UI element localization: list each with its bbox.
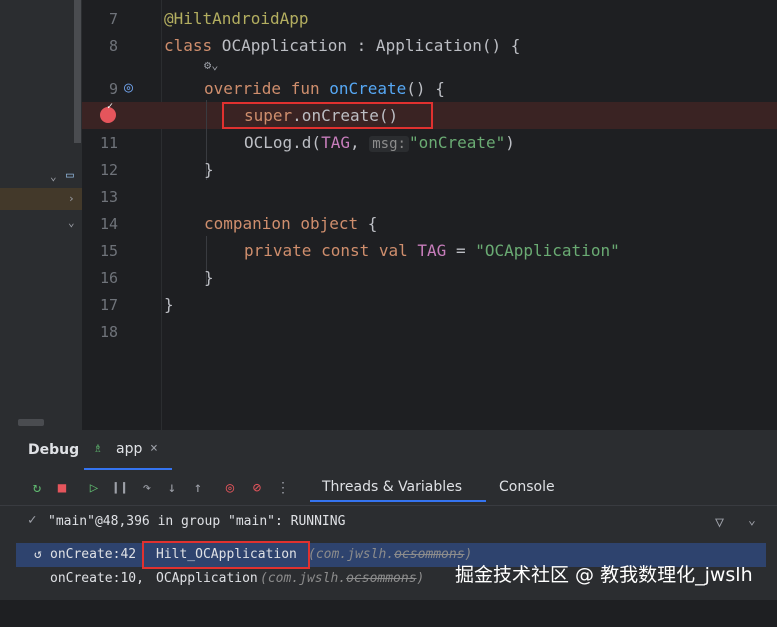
more-icon[interactable]: ⋮ xyxy=(273,478,293,498)
line-number: 13 xyxy=(99,188,118,206)
code-text: OCApplication : Application() { xyxy=(212,36,521,55)
view-breakpoints-icon[interactable]: ◎ xyxy=(220,478,240,498)
string-literal: "onCreate" xyxy=(408,133,506,152)
string-literal: "OCApplication" xyxy=(475,241,620,260)
parameter-hint: msg: xyxy=(369,136,409,152)
frame-method: onCreate:10, xyxy=(50,571,144,586)
keyword: companion object xyxy=(204,214,359,233)
chevron-down-icon[interactable]: ⌄ xyxy=(50,170,57,183)
check-icon: ✓ xyxy=(28,512,37,528)
brace: } xyxy=(164,295,174,314)
active-tab-underline xyxy=(310,500,486,502)
mute-breakpoints-icon[interactable]: ⊘ xyxy=(247,478,267,498)
thread-status: "main"@48,396 in group "main": RUNNING xyxy=(48,514,346,529)
code-line-9: override fun onCreate() { xyxy=(204,79,445,98)
close-icon[interactable]: × xyxy=(150,441,158,456)
frame-package: (com.jwslh.ocsommons) xyxy=(260,571,425,586)
constant: TAG xyxy=(321,133,350,152)
watermark: 掘金技术社区 @ 教我数理化_jwslh xyxy=(455,564,753,586)
brace: } xyxy=(204,160,214,179)
android-icon: ♗ xyxy=(94,441,102,456)
resume-icon[interactable]: ▷ xyxy=(84,478,104,498)
line-number: 18 xyxy=(99,323,118,341)
pause-icon[interactable]: ❙❙ xyxy=(110,478,130,498)
keyword: private const val xyxy=(244,241,408,260)
divider xyxy=(0,505,777,506)
line-number: 7 xyxy=(108,10,118,28)
brace: } xyxy=(204,268,214,287)
constant: TAG xyxy=(417,241,447,260)
rerun-icon[interactable]: ↻ xyxy=(27,478,47,498)
line-number: 9 xyxy=(108,80,118,98)
code-text: = xyxy=(446,241,476,260)
step-over-icon[interactable]: ↷ xyxy=(137,478,157,498)
function-name: onCreate xyxy=(329,79,407,98)
code-line-12: } xyxy=(204,160,214,179)
thread-selector[interactable]: ✓ "main"@48,396 in group "main": RUNNING… xyxy=(0,510,777,534)
highlight-box-super-oncreate xyxy=(222,102,433,129)
frame-method: onCreate:42 xyxy=(50,547,137,562)
line-number: 15 xyxy=(99,242,118,260)
tab-threads-variables[interactable]: Threads & Variables xyxy=(322,479,462,495)
project-tree-strip: ⌄ ▭ › ⌄ xyxy=(0,0,82,430)
code-line-17: } xyxy=(164,295,174,314)
debug-tabs-row: Debug ♗ app × xyxy=(0,430,777,470)
keyword: class xyxy=(164,36,213,55)
code-text: OCLog.d( xyxy=(244,133,322,152)
tab-label: app xyxy=(116,441,143,457)
return-icon: ↺ xyxy=(34,547,42,562)
code-line-16: } xyxy=(204,268,214,287)
chevron-down-icon[interactable]: ⌄ xyxy=(68,216,75,229)
gear-hint-icon[interactable]: ⚙⌄ xyxy=(204,58,218,72)
code-line-7: @HiltAndroidApp xyxy=(164,9,309,28)
stop-icon[interactable]: ■ xyxy=(52,478,72,498)
line-number: 14 xyxy=(99,215,118,233)
code-text: { xyxy=(358,214,378,233)
code-text: , xyxy=(349,133,370,152)
folder-icon: ▭ xyxy=(66,168,74,183)
code-text: ) xyxy=(505,133,515,152)
override-target-icon[interactable]: ◎ xyxy=(124,78,133,96)
line-number: 8 xyxy=(108,37,118,55)
horizontal-scrollbar[interactable] xyxy=(18,419,44,426)
highlight-box-hilt-class xyxy=(142,541,310,569)
annotation: @HiltAndroidApp xyxy=(164,9,309,28)
breakpoint-check-icon: ✓ xyxy=(107,101,114,112)
frame-class: OCApplication xyxy=(156,571,258,586)
line-number: 16 xyxy=(99,269,118,287)
line-number: 11 xyxy=(99,134,118,152)
chevron-right-icon[interactable]: › xyxy=(68,192,75,205)
tab-console[interactable]: Console xyxy=(499,479,555,495)
chevron-down-icon[interactable]: ⌄ xyxy=(748,513,756,528)
vertical-scrollbar[interactable] xyxy=(74,0,81,143)
tree-row-selected[interactable]: › xyxy=(0,188,82,210)
tab-app[interactable]: ♗ app × xyxy=(84,430,172,470)
debug-title: Debug xyxy=(28,442,80,458)
code-text: () { xyxy=(406,79,445,98)
step-out-icon[interactable]: ↑ xyxy=(188,478,208,498)
line-number: 12 xyxy=(99,161,118,179)
keyword: override fun xyxy=(204,79,320,98)
code-line-15: private const val TAG = "OCApplication" xyxy=(244,241,620,260)
step-into-icon[interactable]: ↓ xyxy=(162,478,182,498)
line-number: 17 xyxy=(99,296,118,314)
filter-icon[interactable]: ▽ xyxy=(715,513,724,531)
code-line-14: companion object { xyxy=(204,214,377,233)
frame-package: (com.jwslh.ocsommons) xyxy=(308,547,473,562)
code-line-11: OCLog.d(TAG, msg: "onCreate") xyxy=(244,133,515,152)
code-line-8: class OCApplication : Application() { xyxy=(164,36,520,55)
